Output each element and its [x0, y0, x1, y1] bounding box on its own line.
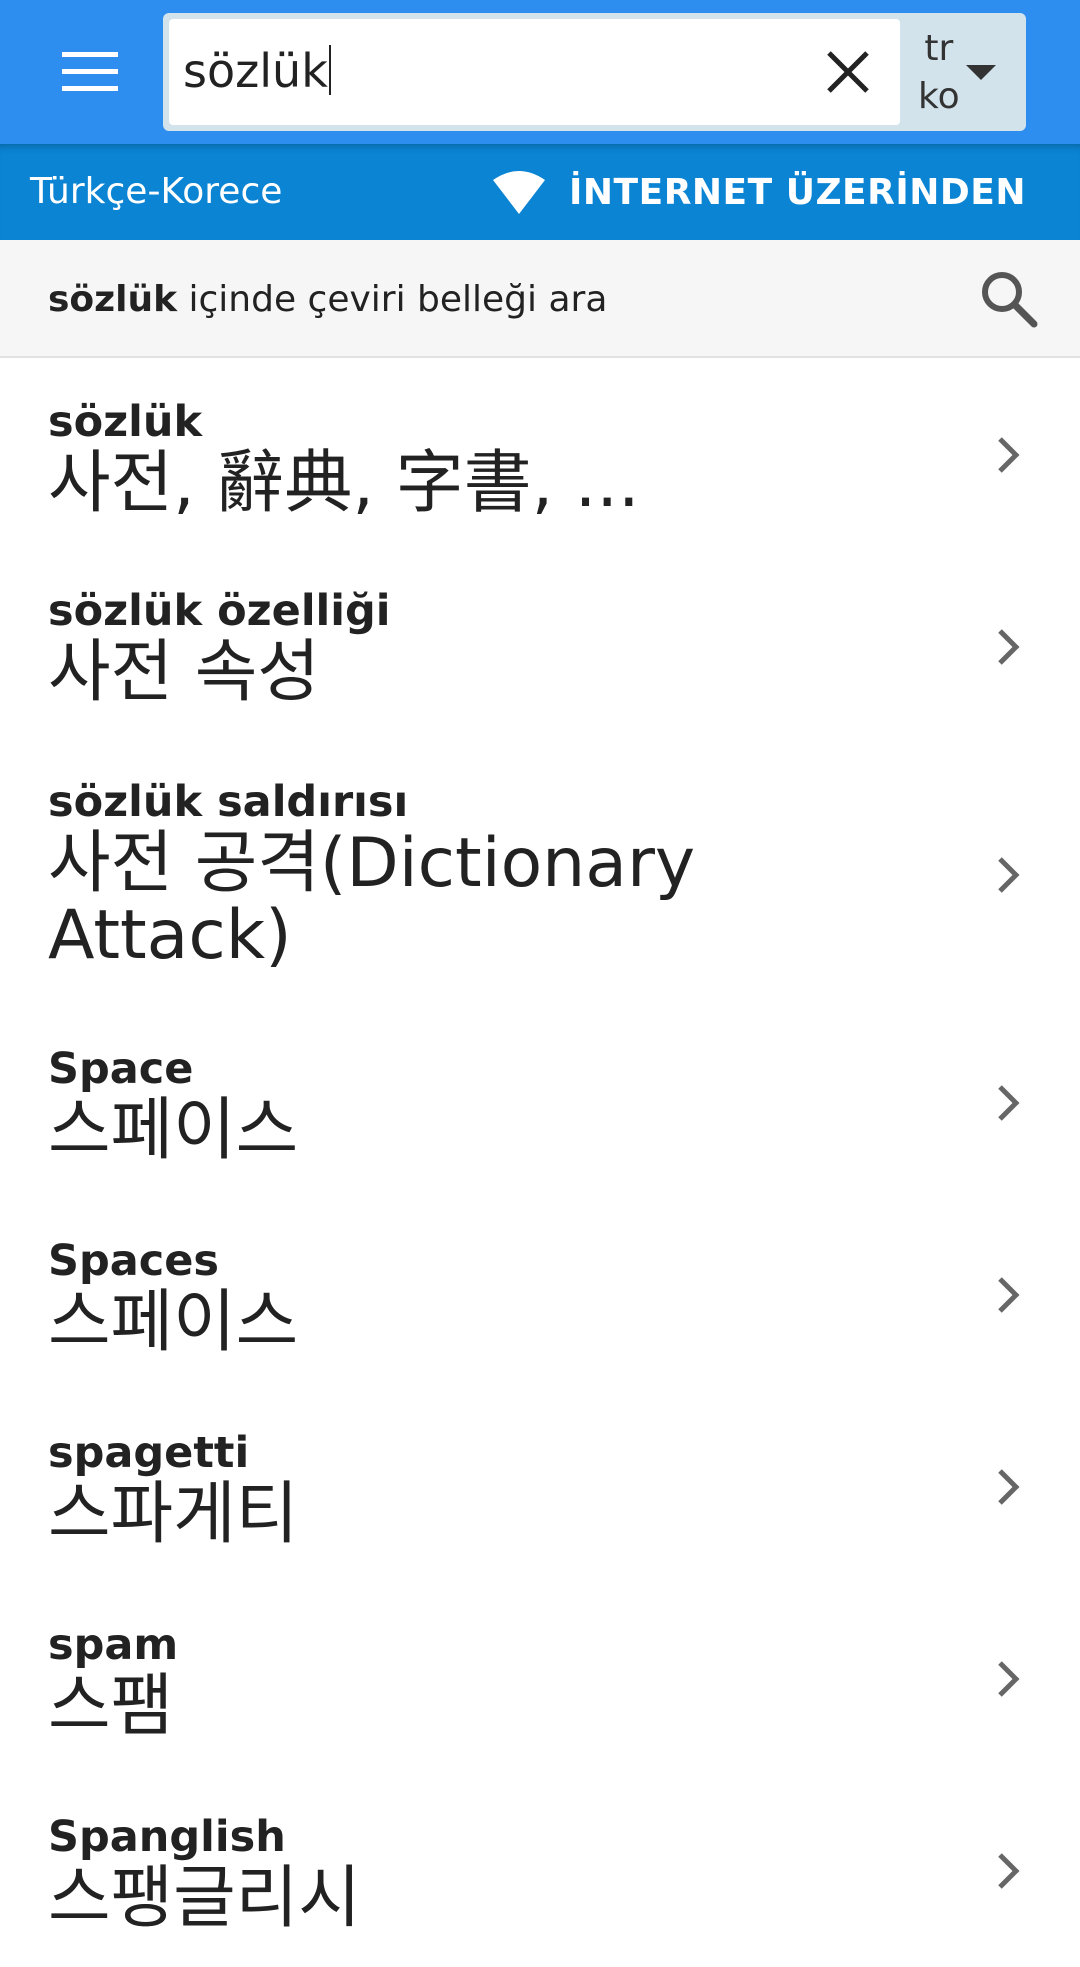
list-item[interactable]: sözlük saldırısı 사전 공격(Dictionary Attack…	[0, 743, 1080, 1007]
result-translation: 스페이스	[48, 1091, 299, 1170]
target-language: ko	[918, 76, 960, 117]
results-list: sözlük 사전, 辭典, 字書, ... sözlük özelliği 사…	[0, 360, 1080, 1967]
list-item[interactable]: Spaces 스페이스	[0, 1199, 1080, 1391]
result-translation: 사전, 辭典, 字書, ...	[48, 444, 640, 523]
result-translation: 스팸	[48, 1667, 174, 1746]
result-translation: 스파게티	[48, 1475, 299, 1554]
memory-search-text: sözlük içinde çeviri belleği ara	[48, 278, 607, 322]
hamburger-menu-icon	[62, 52, 118, 91]
source-language: tr	[924, 28, 954, 69]
search-icon[interactable]	[978, 268, 1040, 330]
search-box: sözlük tr ko	[163, 13, 1026, 131]
search-query: sözlük	[183, 44, 328, 98]
online-mode-label: İNTERNET ÜZERİNDEN	[569, 171, 1026, 213]
result-term: sözlük saldırısı	[48, 777, 409, 827]
close-icon	[827, 51, 869, 93]
list-item[interactable]: Spanglish 스팽글리시	[0, 1775, 1080, 1967]
chevron-right-icon	[998, 1661, 1020, 1697]
result-term: Spaces	[48, 1236, 220, 1286]
chevron-right-icon	[998, 1469, 1020, 1505]
language-selector[interactable]: tr ko	[900, 13, 1026, 131]
menu-button[interactable]	[40, 30, 140, 114]
list-item[interactable]: sözlük özelliği 사전 속성	[0, 550, 1080, 743]
result-term: spagetti	[48, 1428, 250, 1478]
dropdown-arrow-icon	[966, 65, 996, 80]
list-item[interactable]: spagetti 스파게티	[0, 1391, 1080, 1583]
search-input[interactable]: sözlük	[183, 41, 331, 101]
chevron-right-icon	[998, 1853, 1020, 1889]
memory-search-term: sözlük	[48, 279, 178, 320]
dictionary-bar: Türkçe-Korece İNTERNET ÜZERİNDEN	[0, 144, 1080, 240]
app-bar: sözlük tr ko	[0, 0, 1080, 144]
chevron-right-icon	[998, 628, 1020, 665]
result-term: spam	[48, 1620, 179, 1670]
result-term: sözlük özelliği	[48, 586, 391, 636]
memory-search-suffix: içinde çeviri belleği ara	[177, 279, 608, 320]
clear-search-button[interactable]	[796, 19, 900, 125]
chevron-right-icon	[998, 437, 1020, 473]
result-term: Space	[48, 1044, 194, 1094]
dictionary-name[interactable]: Türkçe-Korece	[30, 170, 282, 214]
language-codes: tr ko	[918, 25, 960, 121]
result-translation: 스팽글리시	[48, 1859, 361, 1938]
text-caret	[328, 45, 331, 95]
list-item[interactable]: spam 스팸	[0, 1583, 1080, 1775]
result-term: Spanglish	[48, 1812, 286, 1862]
chevron-right-icon	[998, 1085, 1020, 1121]
wifi-icon	[493, 171, 546, 214]
search-field[interactable]: sözlük	[169, 19, 900, 125]
result-translation: 스페이스	[48, 1283, 299, 1362]
chevron-right-icon	[998, 857, 1020, 893]
list-item[interactable]: sözlük 사전, 辭典, 字書, ...	[0, 360, 1080, 550]
result-term: sözlük	[48, 397, 203, 447]
result-translation: 사전 속성	[48, 633, 320, 712]
online-mode-toggle[interactable]: İNTERNET ÜZERİNDEN	[493, 166, 1026, 218]
list-item[interactable]: Space 스페이스	[0, 1007, 1080, 1199]
translation-memory-search[interactable]: sözlük içinde çeviri belleği ara	[0, 240, 1080, 358]
result-translation: 사전 공격(Dictionary Attack)	[48, 824, 696, 975]
chevron-right-icon	[998, 1277, 1020, 1313]
